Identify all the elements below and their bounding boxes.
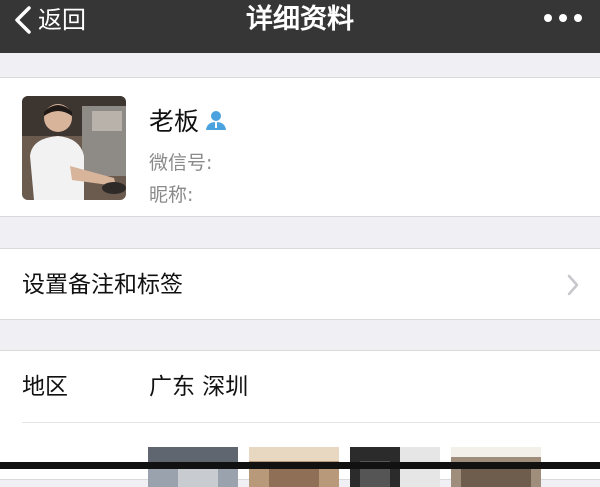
divider bbox=[22, 422, 600, 423]
set-remark-and-tags-label: 设置备注和标签 bbox=[22, 272, 183, 298]
bottom-edge bbox=[0, 462, 600, 469]
chevron-right-icon bbox=[567, 274, 579, 296]
contact-info-card: 地区 广东 深圳 bbox=[0, 350, 600, 487]
more-options-button[interactable] bbox=[544, 14, 582, 22]
dot-icon bbox=[559, 14, 567, 22]
page-title: 详细资料 bbox=[246, 4, 354, 35]
avatar-photo bbox=[22, 96, 126, 200]
contact-name: 老板 bbox=[149, 107, 200, 136]
back-button[interactable]: 返回 bbox=[14, 0, 86, 40]
back-label: 返回 bbox=[38, 6, 86, 34]
profile-card: 老板 微信号: 昵称: bbox=[0, 77, 600, 217]
dot-icon bbox=[574, 14, 582, 22]
contact-name-row: 老板 bbox=[149, 102, 227, 138]
region-label: 地区 bbox=[22, 374, 68, 400]
top-navigation-bar: 返回 详细资料 bbox=[0, 0, 600, 53]
nickname-label: 昵称: bbox=[149, 184, 194, 206]
dot-icon bbox=[544, 14, 552, 22]
avatar[interactable] bbox=[22, 96, 126, 200]
chevron-left-icon bbox=[15, 6, 31, 34]
region-value: 广东 深圳 bbox=[149, 374, 249, 400]
set-remark-and-tags-row[interactable]: 设置备注和标签 bbox=[0, 248, 600, 320]
wechat-id-label: 微信号: bbox=[149, 152, 213, 174]
contact-person-icon bbox=[206, 111, 227, 130]
